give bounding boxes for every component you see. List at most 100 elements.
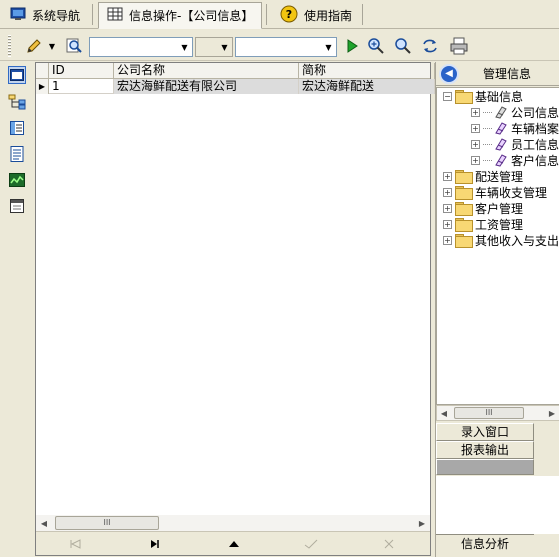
folder-icon <box>455 170 473 184</box>
combo-field-3[interactable]: ▼ <box>235 37 337 57</box>
tab-user-guide[interactable]: ? 使用指南 <box>272 2 360 28</box>
tree-node-other-income[interactable]: + 其他收入与支出 <box>443 232 559 248</box>
entry-window-button[interactable]: 录入窗口 <box>436 423 534 441</box>
selected-section-bar[interactable] <box>436 459 534 475</box>
list-icon[interactable] <box>8 119 26 137</box>
chevron-down-icon[interactable]: ▼ <box>217 38 232 56</box>
tab-separator <box>362 4 363 25</box>
expand-icon[interactable]: + <box>471 155 480 165</box>
tree-horizontal-scrollbar[interactable]: ◀ III ▶ <box>436 405 559 421</box>
tab-label: 系统导航 <box>32 8 81 23</box>
scroll-right-icon[interactable]: ▶ <box>545 406 559 420</box>
chevron-down-icon[interactable]: ▼ <box>46 36 58 56</box>
tree-node-customer-info[interactable]: + 客户信息 <box>471 152 559 168</box>
zoom-in-icon[interactable] <box>366 36 386 56</box>
collapse-icon[interactable]: − <box>443 91 452 101</box>
table-link-icon <box>495 122 507 135</box>
scroll-left-icon[interactable]: ◀ <box>437 406 451 420</box>
tree-connector <box>483 127 492 129</box>
collapse-panel-icon[interactable]: ◀ <box>439 63 459 84</box>
tree-label: 工资管理 <box>475 217 524 232</box>
pencil-icon[interactable] <box>24 36 44 56</box>
tab-info-operation[interactable]: 信息操作-【公司信息】 <box>98 2 263 29</box>
data-grid[interactable]: ID 公司名称 简称 ▶ 1 宏达海鲜配送有限公司 宏达海鲜配送 ◀ III ▶ <box>35 62 435 556</box>
combo-field-1[interactable]: ▼ <box>89 37 193 57</box>
cell-id[interactable]: 1 <box>49 79 114 94</box>
cell-short-name[interactable]: 宏达海鲜配送 <box>299 79 435 94</box>
hierarchy-icon[interactable] <box>8 93 26 111</box>
monitor-icon <box>10 7 26 24</box>
cell-company-name[interactable]: 宏达海鲜配送有限公司 <box>114 79 299 94</box>
tree-node-customer-management[interactable]: + 客户管理 <box>443 200 523 216</box>
expand-icon[interactable]: + <box>471 139 480 149</box>
folder-icon <box>455 202 473 216</box>
tree-connector <box>483 159 492 161</box>
panel-title: 管理信息 <box>483 67 532 81</box>
chevron-down-icon[interactable]: ▼ <box>177 38 192 56</box>
column-header-short-name[interactable]: 简称 <box>299 63 435 79</box>
tab-bar: 系统导航 信息操作-【公司信息】 ? 使用指南 <box>0 0 559 29</box>
chevron-down-icon[interactable]: ▼ <box>321 38 336 56</box>
scroll-thumb[interactable]: III <box>55 516 159 530</box>
left-icon-column <box>0 62 34 557</box>
run-icon[interactable] <box>342 36 362 56</box>
expand-icon[interactable]: + <box>443 219 452 229</box>
header-indicator <box>36 63 49 79</box>
first-record-icon[interactable] <box>64 536 86 552</box>
tab-separator <box>266 4 267 25</box>
tree-label: 客户管理 <box>475 201 524 216</box>
zoom-icon[interactable] <box>393 36 413 56</box>
column-header-id[interactable]: ID <box>49 63 114 79</box>
nav-tree: − 基础信息 + 公司信息 + 车辆档案 + 员工信息 + 客户信息 + 配送管… <box>436 87 559 405</box>
cancel-record-icon[interactable] <box>378 536 400 552</box>
panel-content-area <box>436 476 559 534</box>
tree-connector <box>483 111 492 113</box>
info-analysis-button[interactable]: 信息分析 <box>436 534 534 554</box>
refresh-icon[interactable] <box>420 36 440 56</box>
grid-header: ID 公司名称 简称 <box>36 63 435 79</box>
scroll-right-icon[interactable]: ▶ <box>414 515 430 531</box>
tree-connector <box>483 143 492 145</box>
report-output-button[interactable]: 报表输出 <box>436 441 534 459</box>
post-record-icon[interactable] <box>300 536 322 552</box>
calendar-icon[interactable] <box>8 197 26 215</box>
tree-node-delivery[interactable]: + 配送管理 <box>443 168 523 184</box>
expand-icon[interactable]: + <box>471 123 480 133</box>
record-navigator <box>36 531 430 555</box>
toolbar-grip[interactable] <box>8 35 11 57</box>
next-record-icon[interactable] <box>144 536 166 552</box>
tree-node-vehicle-records[interactable]: + 车辆档案 <box>471 120 559 136</box>
table-link-icon <box>495 138 507 151</box>
tree-node-company-info[interactable]: + 公司信息 <box>471 104 559 120</box>
expand-icon[interactable]: + <box>471 107 480 117</box>
expand-icon[interactable]: + <box>443 171 452 181</box>
tree-label: 其他收入与支出 <box>475 233 559 248</box>
tree-label: 基础信息 <box>475 89 524 104</box>
tab-system-nav[interactable]: 系统导航 <box>2 2 88 28</box>
tree-node-employee-info[interactable]: + 员工信息 <box>471 136 559 152</box>
search-document-icon[interactable] <box>64 36 84 56</box>
management-panel: ◀ 管理信息 − 基础信息 + 公司信息 + 车辆档案 + 员工信息 + 客户信… <box>435 62 559 557</box>
expand-icon[interactable]: + <box>443 235 452 245</box>
expand-icon[interactable]: + <box>443 187 452 197</box>
tree-label: 配送管理 <box>475 169 524 184</box>
chart-icon[interactable] <box>8 171 26 189</box>
tree-label: 车辆收支管理 <box>475 185 548 200</box>
combo-field-2[interactable]: ▼ <box>195 37 233 57</box>
tree-node-payroll[interactable]: + 工资管理 <box>443 216 523 232</box>
column-header-company-name[interactable]: 公司名称 <box>114 63 299 79</box>
print-icon[interactable] <box>449 36 469 56</box>
window-icon[interactable] <box>8 66 26 84</box>
tree-node-vehicle-finance[interactable]: + 车辆收支管理 <box>443 184 547 200</box>
tree-node-basic-info[interactable]: − 基础信息 <box>443 88 523 104</box>
document-icon[interactable] <box>8 145 26 163</box>
folder-icon <box>455 186 473 200</box>
table-row[interactable]: ▶ 1 宏达海鲜配送有限公司 宏达海鲜配送 <box>36 79 435 94</box>
panel-header: ◀ 管理信息 <box>436 62 559 86</box>
scroll-left-icon[interactable]: ◀ <box>36 515 52 531</box>
horizontal-scrollbar[interactable]: ◀ III ▶ <box>36 515 430 531</box>
scroll-thumb[interactable]: III <box>454 407 524 419</box>
expand-icon[interactable]: + <box>443 203 452 213</box>
insert-record-icon[interactable] <box>223 536 245 552</box>
tree-label: 公司信息 <box>511 105 559 120</box>
